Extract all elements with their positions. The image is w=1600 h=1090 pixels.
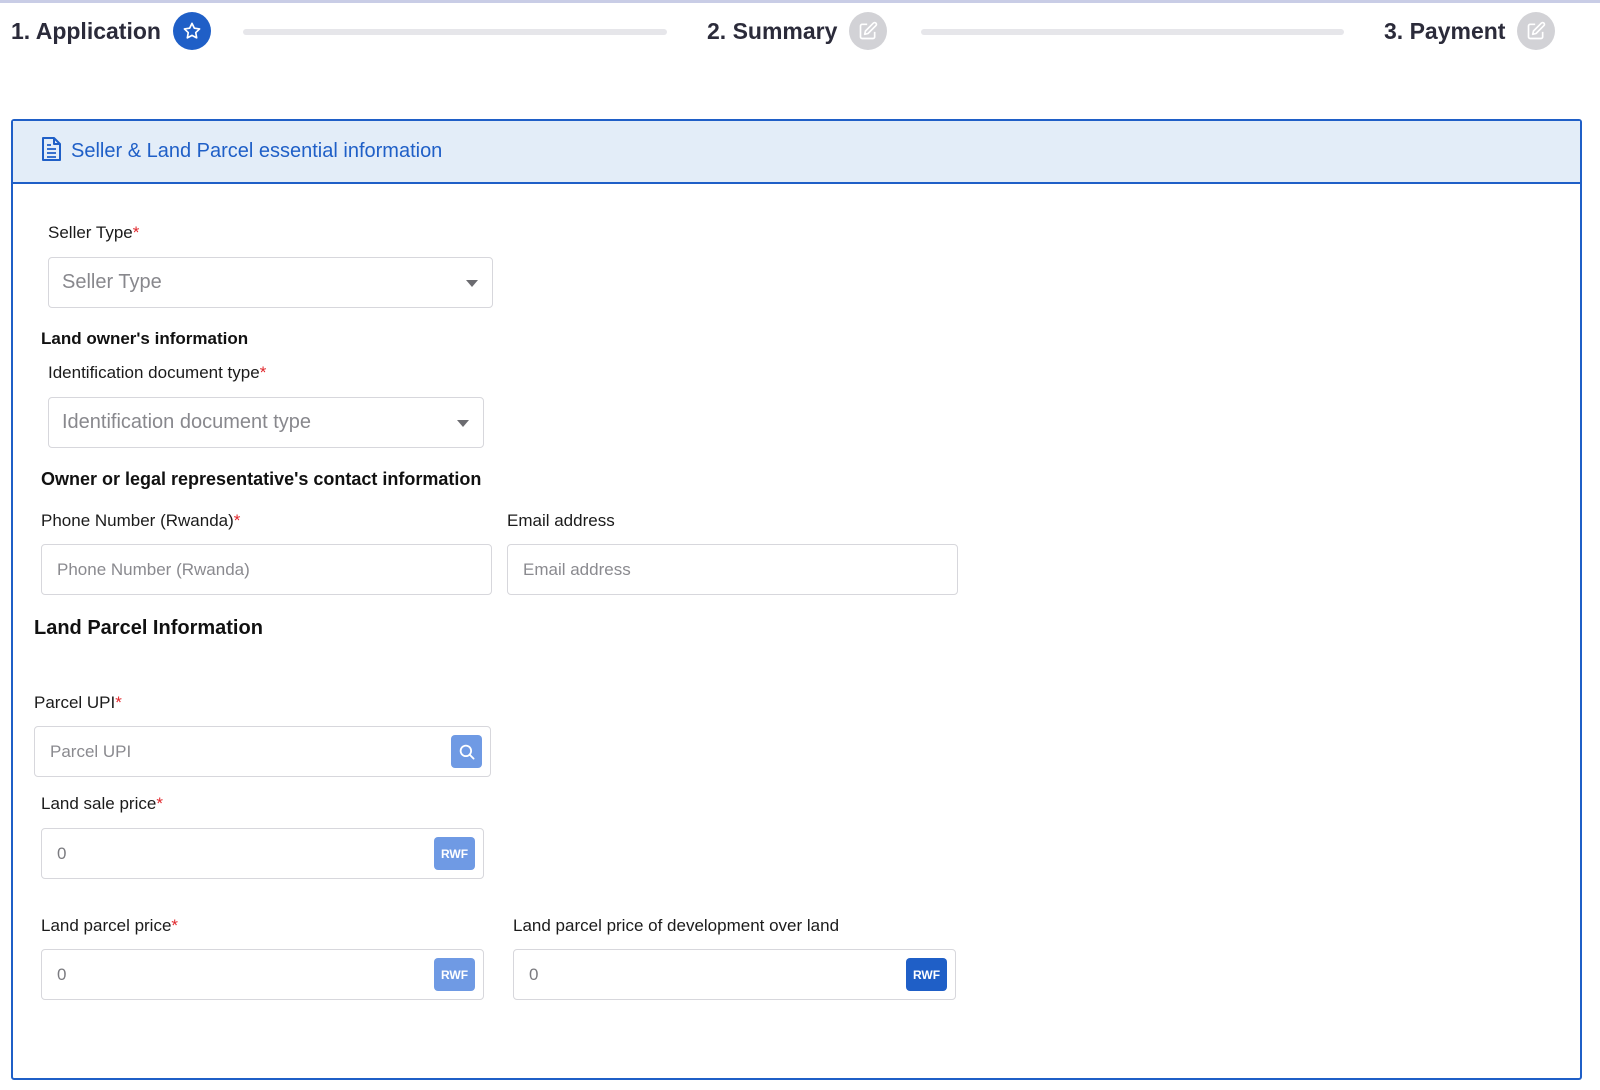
step-payment[interactable]: 3. Payment	[1384, 12, 1556, 50]
email-label: Email address	[507, 511, 615, 530]
step-connector-2	[921, 29, 1344, 35]
development-price-field[interactable]: 0 RWF	[513, 949, 956, 1000]
step-application[interactable]: 1. Application	[11, 12, 211, 50]
phone-label: Phone Number (Rwanda)*	[41, 511, 241, 530]
seller-type-select[interactable]: Seller Type	[48, 257, 493, 308]
search-button[interactable]	[451, 735, 482, 768]
chevron-down-icon	[457, 420, 469, 427]
id-doc-type-label: Identification document type*	[48, 363, 267, 382]
land-parcel-price-label: Land parcel price*	[41, 916, 179, 935]
chevron-down-icon	[466, 280, 478, 287]
phone-input[interactable]	[57, 545, 491, 594]
currency-badge: RWF	[434, 958, 475, 991]
parcel-upi-field[interactable]	[34, 726, 491, 777]
land-parcel-price-value[interactable]: 0	[57, 965, 66, 985]
email-input[interactable]	[523, 545, 957, 594]
contact-heading: Owner or legal representative's contact …	[41, 469, 482, 489]
step-summary-label: 2. Summary	[707, 17, 838, 44]
phone-field[interactable]	[41, 544, 492, 595]
development-price-label: Land parcel price of development over la…	[513, 916, 840, 935]
edit-icon	[1517, 12, 1556, 50]
seller-type-placeholder: Seller Type	[62, 271, 162, 293]
seller-type-label: Seller Type*	[48, 223, 140, 242]
land-sale-price-label: Land sale price*	[41, 794, 163, 813]
step-application-label: 1. Application	[11, 17, 161, 44]
parcel-upi-label: Parcel UPI*	[34, 693, 122, 712]
currency-badge: RWF	[906, 958, 947, 991]
land-parcel-price-field[interactable]: 0 RWF	[41, 949, 484, 1000]
id-doc-type-placeholder: Identification document type	[62, 411, 312, 433]
seller-land-card: Seller & Land Parcel essential informati…	[11, 119, 1582, 1080]
parcel-heading: Land Parcel Information	[34, 617, 263, 639]
land-owner-heading: Land owner's information	[41, 329, 249, 348]
email-field[interactable]	[507, 544, 958, 595]
card-title: Seller & Land Parcel essential informati…	[71, 140, 443, 162]
currency-badge: RWF	[434, 837, 475, 870]
progress-stepper: 1. Application 2. Summary 3. Payment	[0, 0, 1600, 64]
parcel-upi-input[interactable]	[50, 727, 430, 776]
search-icon	[459, 744, 474, 759]
card-header: Seller & Land Parcel essential informati…	[13, 121, 1580, 184]
step-summary[interactable]: 2. Summary	[707, 12, 888, 50]
land-sale-price-field[interactable]: 0 RWF	[41, 828, 484, 879]
step-connector-1	[243, 29, 667, 35]
document-icon	[41, 136, 63, 167]
step-payment-label: 3. Payment	[1384, 17, 1506, 44]
star-icon	[172, 12, 211, 50]
development-price-value[interactable]: 0	[529, 965, 538, 985]
edit-icon	[849, 12, 888, 50]
land-sale-price-value[interactable]: 0	[57, 844, 66, 864]
id-doc-type-select[interactable]: Identification document type	[48, 397, 484, 448]
